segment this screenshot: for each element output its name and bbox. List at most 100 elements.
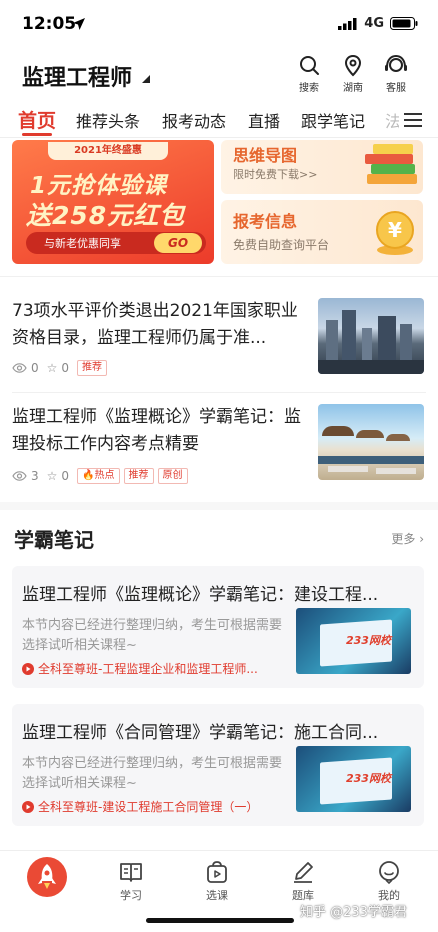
note-course-label: 全科至尊班-工程监理企业和监理工程师... — [38, 662, 258, 676]
category-tabs: 首页 推荐头条 报考动态 直播 跟学笔记 法 — [0, 102, 438, 138]
note-thumb-brand: 233网校 — [346, 772, 391, 785]
status-bar: 12:05 4G — [0, 0, 438, 48]
more-label: 更多 — [391, 532, 416, 546]
exam-info-title: 报考信息 — [233, 212, 298, 231]
article-item[interactable]: 监理工程师《监理概论》学霸笔记：监理投标工作内容考点精要 3 ☆ 0 🔥热点 推… — [12, 404, 426, 494]
star-icon[interactable]: ☆ — [47, 361, 58, 375]
tag-hot-label: 热点 — [94, 470, 115, 481]
service-label: 客服 — [386, 83, 406, 94]
signal-icon — [338, 17, 357, 30]
star-icon[interactable]: ☆ — [47, 469, 58, 483]
note-thumb-brand: 233网校 — [346, 634, 391, 647]
view-count: 3 — [31, 469, 39, 483]
chevron-right-icon: › — [415, 532, 424, 546]
coin-illustration-icon: ¥ — [376, 211, 414, 255]
active-tab-indicator — [22, 133, 52, 136]
home-indicator[interactable] — [146, 918, 294, 923]
location-button[interactable]: 湖南 — [335, 54, 371, 94]
promo-top-label: 2021年终盛惠 — [48, 142, 168, 160]
flame-icon: 🔥 — [82, 470, 95, 481]
tab-exam-news[interactable]: 报考动态 — [162, 108, 226, 132]
tab-live[interactable]: 直播 — [248, 108, 280, 132]
article-item[interactable]: 73项水平评价类退出2021年国家职业资格目录，监理工程师仍属于准... 0 ☆… — [12, 298, 426, 388]
star-count: 0 — [61, 361, 70, 375]
battery-icon — [390, 17, 418, 30]
mindmap-sub: 限时免费下载>> — [233, 168, 318, 181]
note-course-label: 全科至尊班-建设工程施工合同管理（一） — [38, 800, 259, 814]
promo-sub-pill: 与新老优惠同享 GO — [26, 232, 206, 254]
note-card[interactable]: 监理工程师《合同管理》学霸笔记：施工合同... 本节内容已经进行整理归纳，考生可… — [12, 704, 424, 826]
rocket-icon — [27, 857, 67, 897]
tab-headlines[interactable]: 推荐头条 — [76, 108, 140, 132]
menu-icon[interactable] — [404, 112, 422, 128]
note-course-link[interactable]: 全科至尊班-工程监理企业和监理工程师... — [22, 660, 286, 677]
note-desc: 本节内容已经进行整理归纳，考生可根据需要选择试听相关课程~ — [22, 618, 283, 653]
face-icon — [379, 861, 399, 885]
divider — [0, 276, 438, 277]
tag-recommend: 推荐 — [77, 360, 108, 376]
exam-selector-title[interactable]: 监理工程师 — [22, 60, 132, 92]
note-thumbnail: 233网校 — [296, 746, 411, 812]
course-bag-icon — [207, 861, 227, 883]
play-circle-icon — [22, 662, 34, 675]
tab-study-notes[interactable]: 跟学笔记 — [301, 108, 365, 132]
view-count: 0 — [31, 361, 39, 375]
status-time: 12:05 — [22, 14, 77, 34]
app-header: 监理工程师 搜索 湖南 客服 — [0, 48, 438, 102]
tab-home-rocket[interactable] — [22, 857, 72, 899]
star-count: 0 — [61, 469, 70, 483]
tab-home[interactable]: 首页 — [18, 106, 56, 133]
exam-info-sub: 免费自助查询平台 — [233, 238, 330, 252]
note-title: 监理工程师《监理概论》学霸笔记：建设工程... — [22, 585, 379, 605]
location-label: 湖南 — [343, 83, 363, 94]
pencil-icon — [294, 862, 313, 883]
note-title: 监理工程师《合同管理》学霸笔记：施工合同... — [22, 723, 379, 743]
book-icon — [120, 863, 142, 882]
article-thumbnail — [318, 404, 424, 480]
headset-icon — [385, 54, 407, 72]
books-illustration-icon — [365, 144, 417, 184]
tab-courses[interactable]: 选课 — [192, 859, 242, 903]
tab-courses-label: 选课 — [206, 889, 228, 902]
article-meta: 0 ☆ 0 推荐 — [12, 360, 108, 376]
search-label: 搜索 — [299, 83, 319, 94]
divider — [12, 392, 426, 393]
tab-profile[interactable]: 我的 — [364, 859, 414, 903]
note-course-link[interactable]: 全科至尊班-建设工程施工合同管理（一） — [22, 798, 286, 815]
note-desc: 本节内容已经进行整理归纳，考生可根据需要选择试听相关课程~ — [22, 756, 283, 791]
article-meta: 3 ☆ 0 🔥热点 推荐 原创 — [12, 468, 188, 484]
tag-original: 原创 — [157, 468, 188, 484]
watermark: 知乎 @233学霸君 — [300, 905, 407, 920]
tab-study[interactable]: 学习 — [106, 859, 156, 903]
article-thumbnail — [318, 298, 424, 374]
more-link[interactable]: 更多 › — [391, 530, 424, 547]
search-button[interactable]: 搜索 — [291, 54, 327, 94]
promo-sub: 与新老优惠同享 — [44, 237, 121, 250]
note-card[interactable]: 监理工程师《监理概论》学霸笔记：建设工程... 本节内容已经进行整理归纳，考生可… — [12, 566, 424, 688]
tab-law[interactable]: 法 — [385, 108, 399, 132]
location-arrow-icon — [73, 18, 85, 30]
status-right: 4G — [338, 16, 418, 31]
customer-service-button[interactable]: 客服 — [378, 54, 414, 94]
note-thumbnail: 233网校 — [296, 608, 411, 674]
mindmap-card[interactable]: 思维导图 限时免费下载>> — [221, 140, 423, 194]
exam-info-card[interactable]: 报考信息 免费自助查询平台 ¥ — [221, 200, 423, 264]
network-label: 4G — [364, 16, 384, 31]
search-icon — [300, 56, 319, 75]
svg-text:¥: ¥ — [388, 218, 402, 242]
play-circle-icon — [22, 800, 34, 813]
article-title: 监理工程师《监理概论》学霸笔记：监理投标工作内容考点精要 — [12, 407, 301, 454]
promo-go-button[interactable]: GO — [154, 233, 202, 253]
eye-icon — [12, 363, 27, 373]
article-title: 73项水平评价类退出2021年国家职业资格目录，监理工程师仍属于准... — [12, 301, 298, 348]
section-separator — [0, 502, 438, 510]
promo-banner[interactable]: 2021年终盛惠 1元抢体验课 送258元红包 与新老优惠同享 GO — [12, 140, 214, 264]
notes-section-title: 学霸笔记 — [14, 528, 94, 552]
tab-question-bank[interactable]: 题库 — [278, 859, 328, 903]
tag-recommend: 推荐 — [123, 468, 154, 484]
promo-line2: 送258元红包 — [26, 201, 186, 230]
tag-hot: 🔥热点 — [77, 468, 120, 484]
tab-study-label: 学习 — [120, 889, 142, 902]
dropdown-triangle-icon[interactable] — [142, 75, 150, 83]
eye-icon — [12, 471, 27, 481]
